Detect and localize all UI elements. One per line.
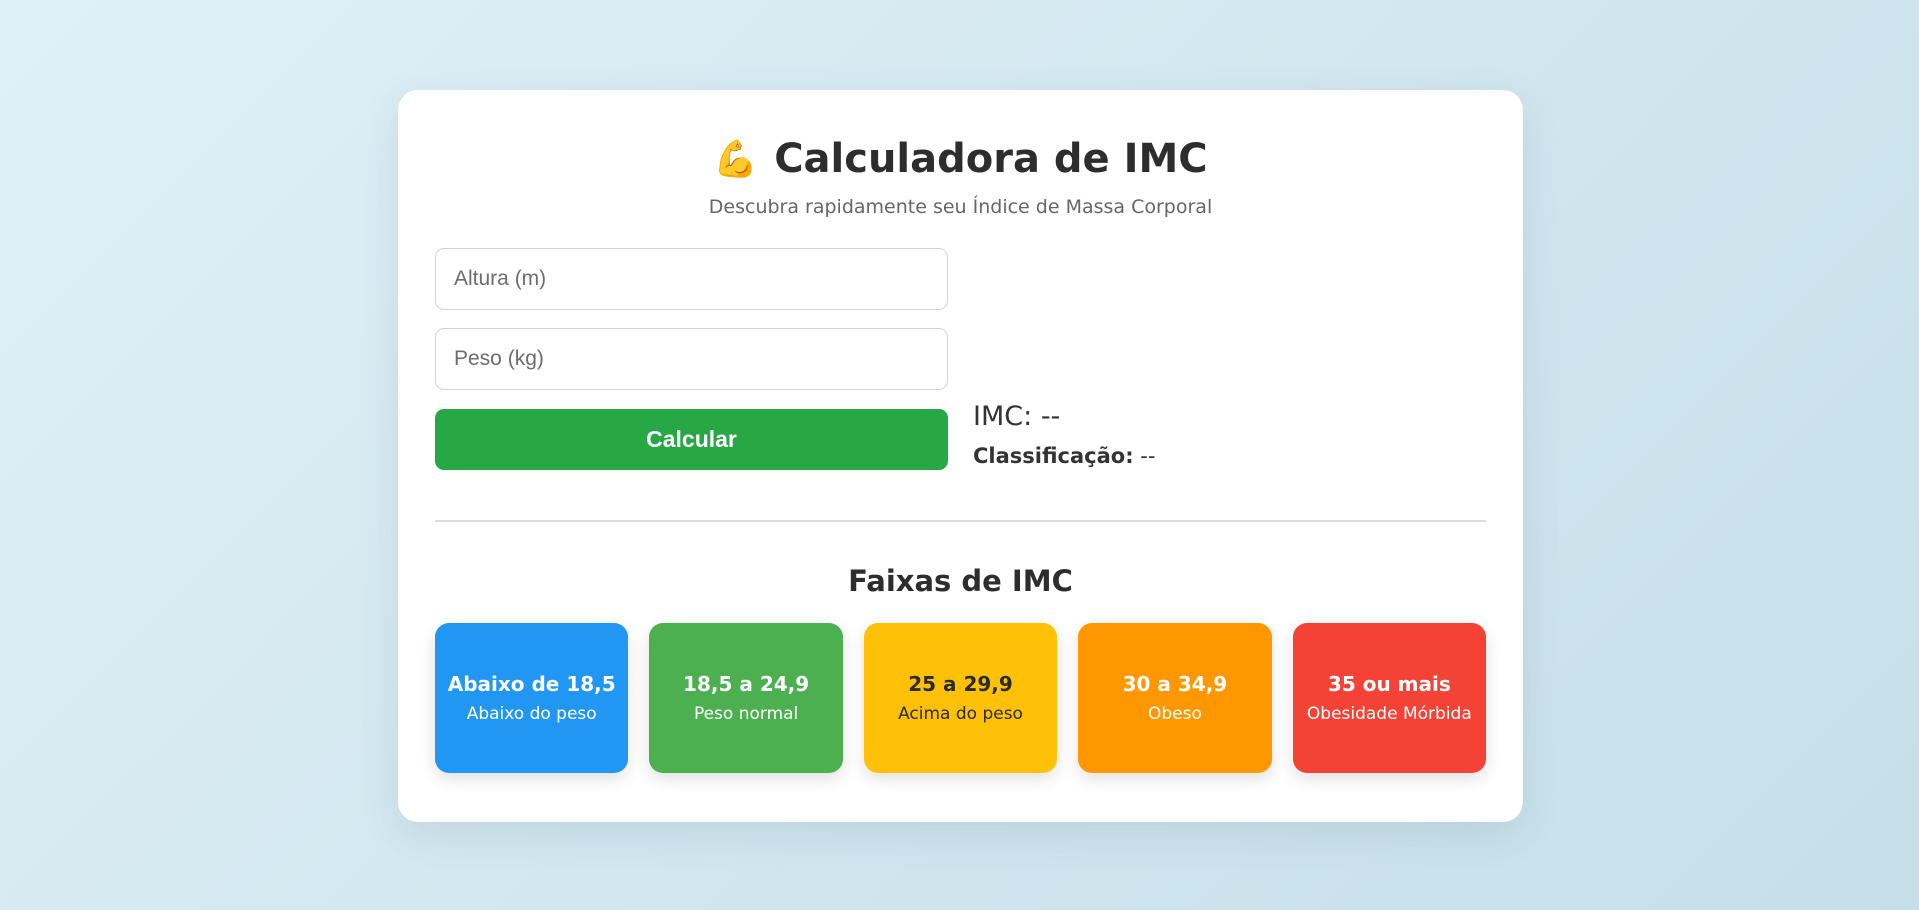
bmi-ranges: Abaixo de 18,5 Abaixo do peso 18,5 a 24,… (435, 623, 1487, 773)
classification-result: Classificação: -- (973, 444, 1155, 468)
imc-result: IMC: -- (973, 401, 1155, 432)
classification-value: -- (1140, 444, 1156, 468)
range-card-underweight: Abaixo de 18,5 Abaixo do peso (435, 623, 629, 773)
ranges-title: Faixas de IMC (848, 564, 1073, 598)
page-subtitle: Descubra rapidamente seu Índice de Massa… (708, 196, 1213, 218)
calculator-form: Calcular IMC: -- Classificação: -- (435, 248, 1486, 470)
range-value: 18,5 a 24,9 (683, 672, 810, 696)
page-title: 💪 Calculadora de IMC (435, 132, 1486, 186)
range-value: 30 a 34,9 (1122, 672, 1228, 696)
weight-input[interactable] (435, 328, 948, 390)
bmi-calculator-card: 💪 Calculadora de IMC Descubra rapidament… (398, 90, 1523, 822)
classification-label: Classificação: (973, 444, 1134, 468)
range-description: Peso normal (693, 704, 799, 724)
range-description: Obeso (1147, 704, 1202, 724)
range-card-morbid-obesity: 35 ou mais Obesidade Mórbida (1292, 623, 1487, 773)
range-card-normal: 18,5 a 24,9 Peso normal (649, 623, 843, 773)
imc-value: -- (1040, 401, 1061, 432)
range-value: 25 a 29,9 (908, 672, 1013, 696)
title-text: Calculadora de IMC (774, 136, 1208, 182)
range-description: Obesidade Mórbida (1306, 704, 1472, 724)
input-column: Calcular (435, 248, 948, 470)
range-description: Abaixo do peso (466, 704, 597, 724)
flexed-biceps-icon: 💪 (713, 139, 759, 180)
range-description: Acima do peso (898, 704, 1023, 724)
range-card-overweight: 25 a 29,9 Acima do peso (863, 623, 1058, 773)
height-input[interactable] (435, 248, 948, 310)
calculate-button[interactable]: Calcular (435, 409, 948, 470)
range-value: 35 ou mais (1327, 672, 1451, 696)
range-card-obese: 30 a 34,9 Obeso (1078, 623, 1272, 773)
result-panel: IMC: -- Classificação: -- (948, 248, 1155, 470)
range-value: Abaixo de 18,5 (447, 672, 616, 696)
imc-label: IMC: (973, 401, 1033, 432)
section-divider (435, 520, 1486, 522)
